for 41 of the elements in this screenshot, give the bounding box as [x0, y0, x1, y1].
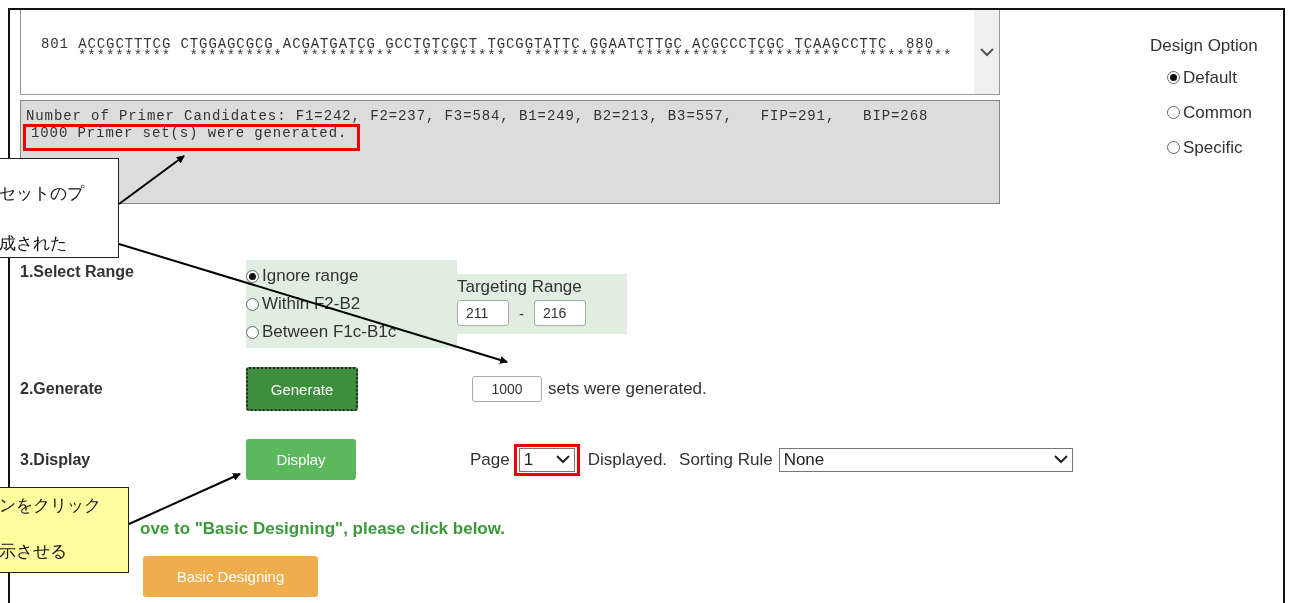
displayed-text: Displayed. — [587, 449, 668, 470]
generate-button[interactable]: Generate — [246, 367, 358, 411]
step-label: 2.Generate — [20, 380, 104, 398]
range-radio[interactable]: Ignore range — [246, 262, 449, 290]
callout-text: ンをクリック — [0, 495, 102, 517]
callout-text: 成された — [0, 233, 68, 255]
radio-circle[interactable] — [246, 325, 259, 339]
generated-text: sets were generated. — [548, 379, 707, 399]
radio-circle[interactable] — [246, 297, 259, 311]
output-line: Number of Primer Candidates: F1=242, F2=237, F3=584, B1=249, B2=213, B3=557, FIP=291, BIP=268 — [26, 109, 930, 124]
range-separator: - — [519, 304, 524, 322]
radio-circle[interactable] — [246, 269, 259, 283]
scrollbar[interactable] — [974, 10, 999, 94]
targeting-range-label: Targeting Range — [457, 276, 583, 298]
set-count-field[interactable]: 1000 — [472, 376, 542, 402]
design-option-title: Design Option — [1150, 36, 1258, 56]
step-label: 1.Select Range — [20, 262, 135, 281]
chevron-down-icon — [1053, 455, 1068, 464]
sorting-rule-select[interactable]: None — [778, 447, 1073, 472]
range-to-field[interactable]: 216 — [534, 300, 586, 326]
basic-designing-hint: ove to "Basic Designing", please click below. — [139, 519, 507, 539]
output-line: 1000 Primer set(s) were generated. — [31, 127, 349, 140]
chevron-down-icon — [555, 455, 570, 464]
design-option-radio[interactable]: Default — [1167, 60, 1237, 95]
radio-circle[interactable] — [1167, 141, 1180, 154]
callout-text: 示させる — [0, 541, 68, 563]
match-marks: ********** ********** ********** ********** ********** ********** ********** ********** — [77, 51, 954, 61]
step-label: 3.Display — [20, 450, 92, 469]
range-from-field[interactable]: 211 — [457, 300, 509, 326]
radio-circle[interactable] — [1167, 71, 1180, 84]
radio-circle[interactable] — [1167, 106, 1180, 119]
page-select[interactable]: 1 — [518, 447, 575, 472]
range-radio[interactable]: Between F1c-B1c — [246, 318, 449, 346]
range-radio[interactable]: Within F2-B2 — [246, 290, 449, 318]
sorting-rule-label: Sorting Rule — [679, 449, 773, 470]
page-label: Page — [470, 449, 510, 470]
design-option-radio[interactable]: Specific — [1167, 130, 1243, 165]
arrow — [118, 155, 185, 205]
callout-text: セットのプ — [0, 183, 86, 205]
design-option-radio[interactable]: Common — [1167, 95, 1252, 130]
chevron-down-icon — [979, 47, 994, 57]
